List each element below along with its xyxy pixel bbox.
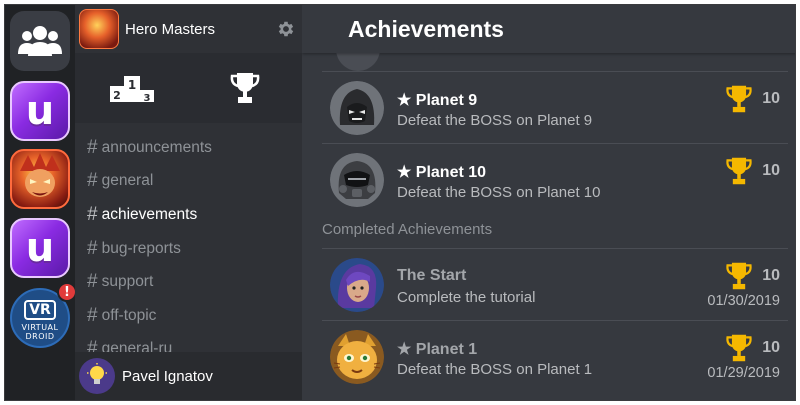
server-u-logo: u: [25, 88, 55, 134]
channel-panel: Hero Masters 1 2 3 # announcements # gen…: [75, 5, 302, 400]
achievement-points: 10: [762, 162, 780, 179]
notification-badge: !: [57, 282, 77, 302]
achievement-description: Defeat the BOSS on Planet 10: [397, 184, 601, 201]
hash-icon: #: [87, 170, 98, 192]
hash-icon: #: [87, 136, 98, 158]
channel-name: general: [101, 172, 154, 190]
trophy-icon: [726, 334, 752, 362]
server-hero-masters[interactable]: [10, 149, 70, 209]
channel-achievements[interactable]: # achievements: [87, 198, 297, 232]
hash-icon: #: [87, 203, 98, 225]
cat-creature-icon: [330, 330, 384, 384]
channel-name: bug-reports: [101, 239, 181, 257]
achievement-title: ★ Planet 9: [397, 92, 478, 109]
vr-logo: VR: [24, 299, 56, 320]
hero-avatar-icon: [20, 153, 60, 197]
tab-achievements[interactable]: [189, 53, 303, 123]
achievement-list[interactable]: ★ Planet 9 Defeat the BOSS on Planet 9 1…: [322, 5, 788, 400]
trophy-icon: [726, 262, 752, 290]
server-avatar: [79, 9, 119, 49]
achievement-reward: 10: [724, 261, 780, 291]
achievement-date: 01/30/2019: [707, 293, 780, 309]
server-u-1[interactable]: u: [10, 81, 70, 141]
achievement-description: Defeat the BOSS on Planet 9: [397, 112, 593, 129]
achievement-description: Defeat the BOSS on Planet 1: [397, 361, 593, 378]
achievement-points: 10: [762, 339, 780, 356]
trophy-icon: [726, 157, 752, 185]
people-group-icon: [18, 26, 62, 56]
achievement-avatar: [330, 258, 384, 312]
svg-text:3: 3: [143, 93, 150, 102]
svg-text:2: 2: [113, 89, 121, 102]
trophy-icon: [726, 85, 752, 113]
channel-tabs: 1 2 3: [75, 53, 302, 123]
server-rail: u u VR VIRTUAL DROID !: [5, 5, 77, 400]
achievement-title: ★ Planet 10: [397, 164, 487, 181]
channel-name: support: [101, 273, 154, 291]
app-window: u u VR VIRTUAL DROID ! Hero Masters 1 2 …: [4, 4, 796, 401]
friends-button[interactable]: [10, 11, 70, 71]
channel-off-topic[interactable]: # off-topic: [87, 299, 297, 333]
achievement-reward: 10: [724, 84, 780, 114]
list-item[interactable]: ★ Planet 9 Defeat the BOSS on Planet 9 1…: [322, 71, 788, 143]
avatar[interactable]: [79, 358, 115, 394]
achievement-avatar: [330, 153, 384, 207]
vr-caption-line2: DROID: [25, 331, 55, 341]
tab-leaderboard[interactable]: 1 2 3: [75, 53, 189, 123]
achievement-title: The Start: [397, 267, 467, 284]
achievement-title: ★ Planet 1: [397, 341, 478, 358]
achievement-avatar: [330, 81, 384, 135]
channel-announcements[interactable]: # announcements: [87, 131, 297, 165]
channel-general[interactable]: # general: [87, 165, 297, 199]
channel-name: announcements: [101, 138, 212, 156]
achievement-points: 10: [762, 90, 780, 107]
svg-text:1: 1: [128, 78, 136, 92]
achievement-description: Complete the tutorial: [397, 289, 536, 306]
main-header: Achievements: [302, 5, 795, 53]
list-item[interactable]: ★ Planet 1 Defeat the BOSS on Planet 1 1…: [322, 320, 788, 392]
server-u-logo: u: [25, 225, 55, 271]
podium-icon: 1 2 3: [109, 76, 154, 102]
server-u-2[interactable]: u: [10, 218, 70, 278]
hash-icon: #: [87, 237, 98, 259]
channel-support[interactable]: # support: [87, 265, 297, 299]
achievement-points: 10: [762, 267, 780, 284]
page-title: Achievements: [348, 15, 504, 42]
achievement-avatar: [330, 330, 384, 384]
vr-caption: VIRTUAL DROID: [22, 323, 59, 341]
gear-icon[interactable]: [276, 19, 296, 39]
achievement-date: 01/29/2019: [707, 365, 780, 381]
helmet-icon: [330, 153, 384, 207]
section-heading-completed: Completed Achievements: [322, 221, 493, 238]
heroine-portrait-icon: [330, 258, 384, 312]
list-item[interactable]: ★ Planet 10 Defeat the BOSS on Planet 10…: [322, 143, 788, 215]
server-name: Hero Masters: [125, 20, 216, 38]
channel-name: achievements: [101, 205, 198, 223]
trophy-icon: [230, 73, 260, 103]
list-item[interactable]: The Start Complete the tutorial 10 01/30…: [322, 248, 788, 320]
achievement-reward: 10: [724, 333, 780, 363]
hooded-robot-icon: [330, 81, 384, 135]
achievement-reward: 10: [724, 156, 780, 186]
channel-list: # announcements # general # achievements…: [87, 131, 297, 366]
lightbulb-icon: [87, 363, 107, 384]
main-content: Achievements ★ Planet 9 Defeat the BOSS …: [302, 5, 795, 400]
user-bar: Pavel Ignatov: [75, 352, 302, 400]
hash-icon: #: [87, 304, 98, 326]
server-header[interactable]: Hero Masters: [75, 5, 302, 53]
hash-icon: #: [87, 271, 98, 293]
channel-name: off-topic: [101, 306, 157, 324]
channel-bug-reports[interactable]: # bug-reports: [87, 232, 297, 266]
user-name: Pavel Ignatov: [122, 367, 213, 385]
vr-caption-line1: VIRTUAL: [21, 322, 59, 332]
